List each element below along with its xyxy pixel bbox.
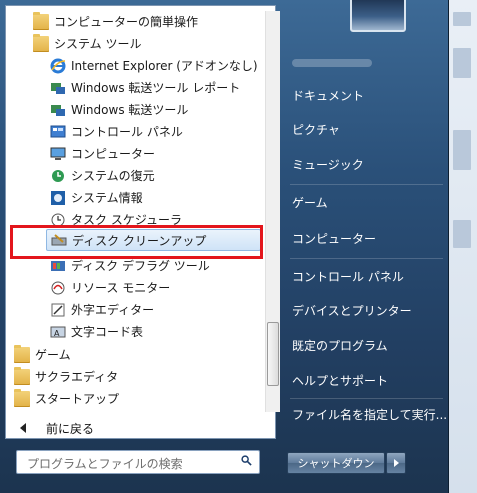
list-item-system-info[interactable]: システム情報 xyxy=(50,187,143,208)
menu-run[interactable]: ファイル名を指定して実行... xyxy=(292,403,447,425)
list-item-accessibility-folder[interactable]: コンピューターの簡単操作 xyxy=(33,11,198,32)
list-item-sakura-folder[interactable]: サクラエディタ xyxy=(14,366,118,387)
list-item-char-editor[interactable]: 外字エディター xyxy=(50,299,154,320)
list-item-computer[interactable]: コンピューター xyxy=(50,143,155,164)
internet-explorer-icon xyxy=(50,58,66,74)
list-item-internet-explorer[interactable]: Internet Explorer (アドオンなし) xyxy=(50,55,258,76)
resource-monitor-icon xyxy=(50,280,66,296)
start-menu: コンピューターの簡単操作 システム ツール Internet Explorer … xyxy=(0,0,449,493)
list-item-disk-cleanup[interactable]: ディスク クリーンアップ xyxy=(46,229,261,251)
task-scheduler-icon xyxy=(50,212,66,228)
list-item-defrag[interactable]: ディスク デフラグ ツール xyxy=(50,255,210,276)
user-avatar[interactable] xyxy=(350,0,406,32)
folder-icon xyxy=(14,344,30,363)
svg-text:A: A xyxy=(54,329,60,338)
list-item-transfer-tool[interactable]: Windows 転送ツール xyxy=(50,99,188,120)
char-map-icon: A xyxy=(50,324,66,340)
list-item-transfer-report[interactable]: Windows 転送ツール レポート xyxy=(50,77,240,98)
list-item-resource-monitor[interactable]: リソース モニター xyxy=(50,277,170,298)
char-editor-icon xyxy=(50,302,66,318)
list-item-startup-folder[interactable]: スタートアップ xyxy=(14,388,119,409)
separator xyxy=(290,398,443,399)
list-item-games-folder[interactable]: ゲーム xyxy=(14,344,71,365)
transfer-tool-icon xyxy=(50,102,66,118)
menu-devices-printers[interactable]: デバイスとプリンター xyxy=(292,299,412,321)
menu-music[interactable]: ミュージック xyxy=(292,153,364,175)
defrag-icon xyxy=(50,258,66,274)
system-restore-icon xyxy=(50,168,66,184)
folder-icon xyxy=(14,366,30,385)
separator xyxy=(290,184,443,185)
menu-help-support[interactable]: ヘルプとサポート xyxy=(292,369,388,391)
folder-icon xyxy=(14,388,30,407)
control-panel-icon xyxy=(50,124,66,140)
back-button[interactable]: 前に戻る xyxy=(20,418,94,438)
search-input[interactable]: プログラムとファイルの検索 xyxy=(16,450,260,474)
menu-documents[interactable]: ドキュメント xyxy=(292,84,364,106)
menu-default-programs[interactable]: 既定のプログラム xyxy=(292,334,388,356)
desktop-background xyxy=(449,0,477,493)
folder-icon xyxy=(33,33,49,52)
menu-games[interactable]: ゲーム xyxy=(292,191,328,213)
list-item-system-tools-folder[interactable]: システム ツール xyxy=(33,33,141,54)
back-arrow-icon xyxy=(20,423,26,433)
separator xyxy=(290,258,443,259)
system-info-icon xyxy=(50,190,66,206)
list-item-char-map[interactable]: A 文字コード表 xyxy=(50,321,143,342)
user-name-blurred xyxy=(292,59,372,67)
folder-icon xyxy=(33,11,49,30)
disk-cleanup-icon xyxy=(51,232,67,248)
menu-control-panel[interactable]: コントロール パネル xyxy=(292,265,404,287)
all-programs-pane: コンピューターの簡単操作 システム ツール Internet Explorer … xyxy=(5,5,280,439)
list-item-task-scheduler[interactable]: タスク スケジューラ xyxy=(50,209,182,230)
computer-icon xyxy=(50,146,66,162)
list-item-system-restore[interactable]: システムの復元 xyxy=(50,165,155,186)
menu-pictures[interactable]: ピクチャ xyxy=(292,118,340,140)
transfer-report-icon xyxy=(50,80,66,96)
scrollbar-thumb[interactable] xyxy=(267,322,279,386)
scrollbar[interactable] xyxy=(265,11,280,412)
shutdown-button[interactable]: シャットダウン xyxy=(287,452,385,474)
list-item-control-panel[interactable]: コントロール パネル xyxy=(50,121,183,142)
shutdown-options-button[interactable] xyxy=(386,452,406,474)
search-icon xyxy=(241,455,252,466)
menu-computer[interactable]: コンピューター xyxy=(292,227,376,249)
